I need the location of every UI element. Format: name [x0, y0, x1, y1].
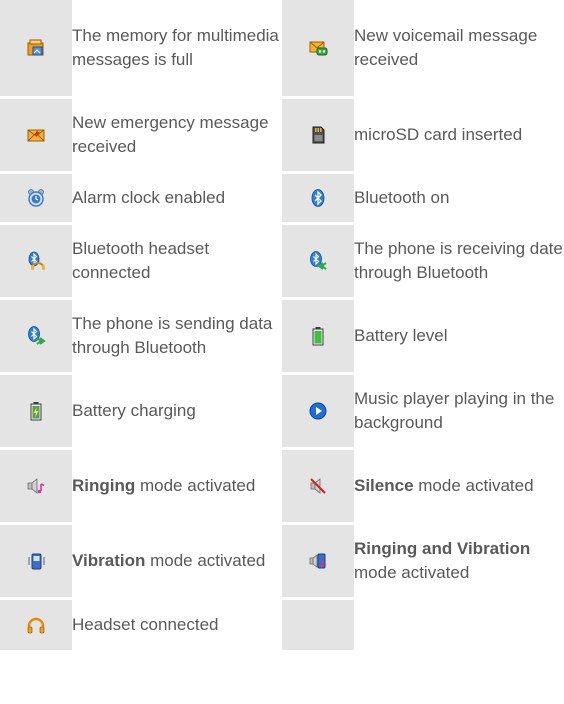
table-row: Battery charging Music player playing in…: [0, 375, 564, 447]
vibration-mode-label: mode activated: [145, 551, 266, 570]
bluetooth-label: Bluetooth on: [354, 174, 564, 222]
bluetooth-receiving-icon: [308, 251, 328, 271]
ringing-mode-label: mode activated: [135, 476, 256, 495]
vibration-mode-icon: [26, 551, 46, 571]
ringing-mode-icon: [26, 476, 46, 496]
battery-charging-label: Battery charging: [72, 375, 282, 447]
emergency-message-icon: [26, 125, 46, 145]
microsd-label: microSD card inserted: [354, 99, 564, 171]
table-row: Bluetooth headset connected The phone is…: [0, 225, 564, 297]
battery-level-label: Battery level: [354, 300, 564, 372]
table-row: Headset connected: [0, 600, 564, 650]
microsd-card-icon: [308, 125, 328, 145]
bluetooth-receiving-label: The phone is receiving date through Blue…: [354, 225, 564, 297]
table-row: The memory for multimedia messages is fu…: [0, 0, 564, 96]
headset-icon: [26, 615, 46, 635]
silence-mode-icon: [308, 476, 328, 496]
status-icons-table: The memory for multimedia messages is fu…: [0, 0, 564, 650]
mms-memory-full-label: The memory for multimedia messages is fu…: [72, 0, 282, 96]
ringing-vibration-mode-icon: [308, 551, 328, 571]
voicemail-label: New voicemail message received: [354, 0, 564, 96]
vibration-mode-bold: Vibration: [72, 551, 146, 570]
bluetooth-sending-label: The phone is sending data through Blueto…: [72, 300, 282, 372]
table-row: The phone is sending data through Blueto…: [0, 300, 564, 372]
headset-label: Headset connected: [72, 600, 282, 650]
music-playing-icon: [308, 401, 328, 421]
bluetooth-headset-icon: [26, 251, 46, 271]
table-row: Ringing mode activated Silence mode acti…: [0, 450, 564, 522]
table-row: New emergency message received microSD c…: [0, 99, 564, 171]
empty-text-cell: [354, 600, 564, 650]
bluetooth-sending-icon: [26, 326, 46, 346]
voicemail-icon: [308, 38, 328, 58]
ringing-vibration-mode-label: mode activated: [354, 563, 470, 582]
ringing-mode-bold: Ringing: [72, 476, 136, 495]
battery-level-icon: [308, 326, 328, 346]
battery-charging-icon: [26, 401, 46, 421]
bluetooth-icon: [308, 188, 328, 208]
silence-mode-label: mode activated: [413, 476, 534, 495]
alarm-clock-icon: [26, 188, 46, 208]
alarm-clock-label: Alarm clock enabled: [72, 174, 282, 222]
table-row: Alarm clock enabled Bluetooth on: [0, 174, 564, 222]
emergency-message-label: New emergency message received: [72, 99, 282, 171]
silence-mode-bold: Silence: [354, 476, 414, 495]
table-row: Vibration mode activated Ringing and Vib…: [0, 525, 564, 597]
music-playing-label: Music player playing in the background: [354, 375, 564, 447]
empty-icon-cell: [282, 600, 354, 650]
mms-memory-full-icon: [26, 38, 46, 58]
bluetooth-headset-label: Bluetooth headset connected: [72, 225, 282, 297]
ringing-vibration-mode-bold: Ringing and Vibration: [354, 539, 531, 558]
